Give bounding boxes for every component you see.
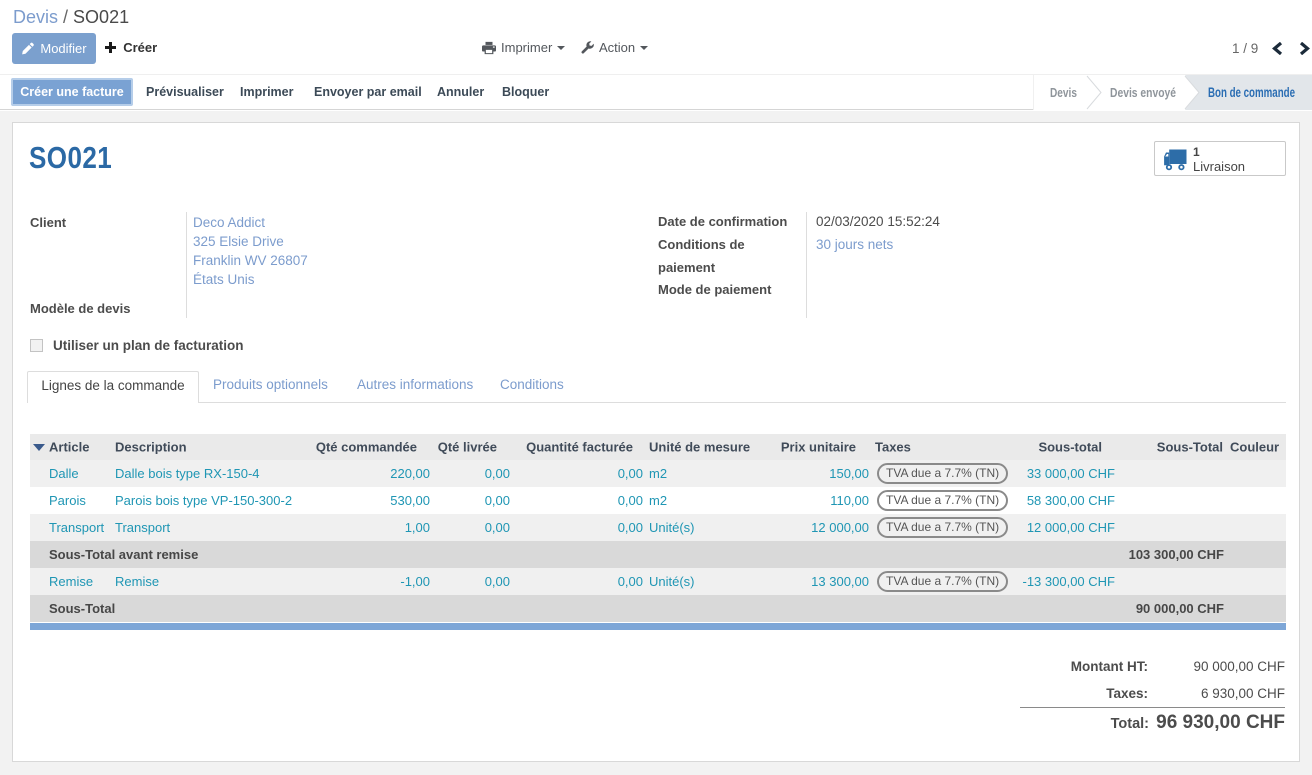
svg-text:Devis: Devis [1050,85,1077,100]
svg-text:Devis envoyé: Devis envoyé [1110,85,1176,100]
svg-text:Bon de commande: Bon de commande [1208,85,1295,100]
